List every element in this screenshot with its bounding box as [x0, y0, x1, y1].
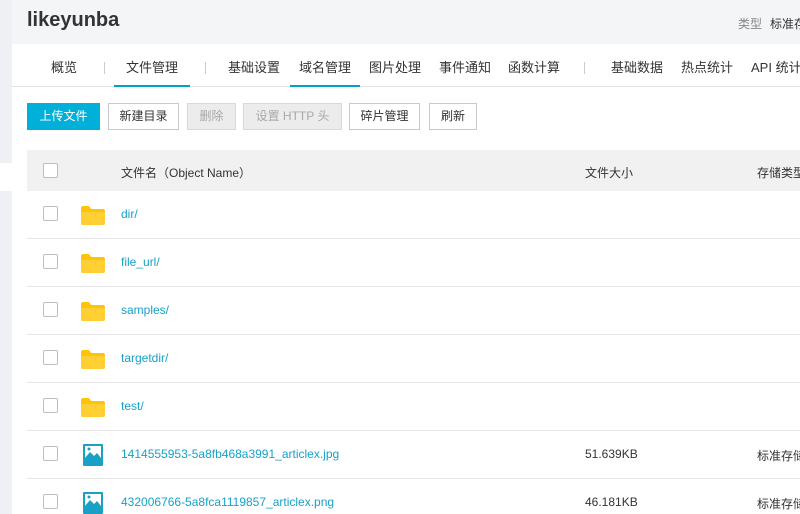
set-http-header-button[interactable]: 设置 HTTP 头: [243, 103, 342, 130]
refresh-button[interactable]: 刷新: [429, 103, 477, 130]
left-panel-gap: [0, 163, 12, 191]
table-row[interactable]: 1414555953-5a8fb468a3991_articlex.jpg 51…: [27, 431, 800, 479]
folder-icon: [81, 254, 105, 273]
file-name-link[interactable]: dir/: [121, 207, 138, 221]
table-header: 文件名（Object Name） 文件大小 存储类型: [27, 150, 800, 191]
tab-basic-data[interactable]: 基础数据: [611, 44, 663, 87]
tab-divider: [205, 62, 206, 74]
folder-icon: [81, 350, 105, 369]
table-row[interactable]: file_url/: [27, 239, 800, 287]
column-header-storage: 存储类型: [757, 166, 800, 180]
bucket-title: likeyunba: [27, 9, 120, 31]
fragment-management-button[interactable]: 碎片管理: [349, 103, 420, 130]
row-checkbox[interactable]: [43, 494, 58, 509]
folder-icon: [81, 302, 105, 321]
tab-api-stats[interactable]: API 统计: [751, 44, 800, 87]
file-name-link[interactable]: targetdir/: [121, 351, 168, 365]
row-checkbox[interactable]: [43, 302, 58, 317]
column-header-size: 文件大小: [585, 166, 634, 180]
upload-file-button[interactable]: 上传文件: [27, 103, 100, 130]
tab-function-compute[interactable]: 函数计算: [508, 44, 560, 87]
table-row[interactable]: dir/: [27, 191, 800, 239]
tab-basic-settings[interactable]: 基础设置: [228, 44, 280, 87]
file-name-link[interactable]: 432006766-5a8fca1119857_articlex.png: [121, 495, 334, 509]
tab-event-notification[interactable]: 事件通知: [439, 44, 491, 87]
table-row[interactable]: test/: [27, 383, 800, 431]
file-name-link[interactable]: file_url/: [121, 255, 160, 269]
folder-icon: [81, 398, 105, 417]
table-row[interactable]: 432006766-5a8fca1119857_articlex.png 46.…: [27, 479, 800, 514]
table-row[interactable]: targetdir/: [27, 335, 800, 383]
left-panel: [0, 0, 12, 514]
column-header-name: 文件名（Object Name）: [121, 166, 252, 180]
image-file-icon: [83, 444, 103, 466]
tab-bar: 概览 文件管理 基础设置 域名管理 图片处理 事件通知 函数计算 基础数据 热点…: [12, 44, 800, 87]
tab-overview[interactable]: 概览: [51, 44, 77, 87]
type-label: 类型: [738, 17, 763, 31]
type-value: 标准存储: [770, 17, 800, 31]
tab-domain-management[interactable]: 域名管理: [290, 44, 361, 87]
row-checkbox[interactable]: [43, 350, 58, 365]
new-directory-button[interactable]: 新建目录: [108, 103, 179, 130]
file-name-link[interactable]: 1414555953-5a8fb468a3991_articlex.jpg: [121, 447, 339, 461]
row-checkbox[interactable]: [43, 398, 58, 413]
storage-type: 标准存储: [757, 497, 800, 511]
image-file-icon: [83, 492, 103, 514]
file-name-link[interactable]: samples/: [121, 303, 169, 317]
select-all-checkbox[interactable]: [43, 163, 58, 178]
row-checkbox[interactable]: [43, 446, 58, 461]
row-checkbox[interactable]: [43, 206, 58, 221]
file-name-link[interactable]: test/: [121, 399, 144, 413]
tab-image-processing[interactable]: 图片处理: [369, 44, 421, 87]
bucket-header: likeyunba 类型标准存储: [12, 0, 800, 44]
file-size: 46.181KB: [585, 495, 638, 509]
tab-divider: [584, 62, 585, 74]
bucket-type-meta: 类型标准存储: [738, 15, 800, 32]
table-row[interactable]: samples/: [27, 287, 800, 335]
storage-type: 标准存储: [757, 449, 800, 463]
tab-divider: [104, 62, 105, 74]
folder-icon: [81, 206, 105, 225]
delete-button[interactable]: 删除: [187, 103, 236, 130]
tab-hotspot-stats[interactable]: 热点统计: [681, 44, 733, 87]
tab-file-management[interactable]: 文件管理: [114, 44, 191, 87]
file-size: 51.639KB: [585, 447, 638, 461]
row-checkbox[interactable]: [43, 254, 58, 269]
